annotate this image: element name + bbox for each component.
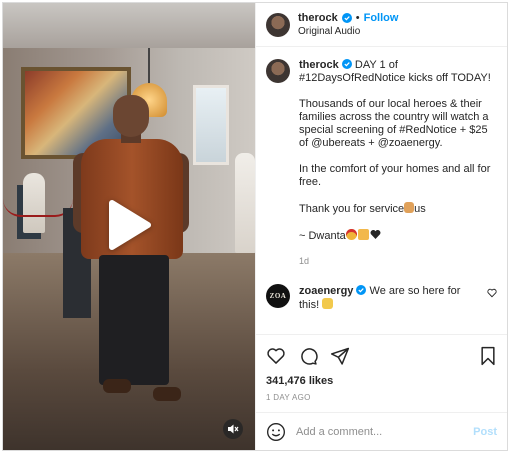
share-icon[interactable]	[330, 346, 350, 366]
author-username[interactable]: therock	[298, 11, 338, 25]
lamp-cord	[148, 48, 150, 84]
avatar[interactable]	[266, 59, 290, 83]
caption: therock DAY 1 of #12DaysOfRedNotice kick…	[266, 59, 497, 268]
avatar[interactable]: ZOA	[266, 284, 290, 308]
mute-button[interactable]	[223, 419, 243, 439]
caption-paragraph: In the comfort of your homes and all for…	[299, 163, 491, 188]
statue	[235, 153, 255, 253]
person-shoe	[153, 387, 181, 401]
post-side-panel: therock • Follow Original Audio therock	[255, 3, 507, 450]
post-actions: 341,476 likes 1 DAY AGO	[256, 334, 507, 412]
play-button[interactable]	[103, 197, 155, 253]
caption-time[interactable]: 1d	[299, 255, 497, 268]
comment-username[interactable]: zoaenergy	[299, 285, 353, 297]
black-heart-emoji-icon	[370, 229, 381, 240]
add-comment-input[interactable]	[296, 425, 464, 438]
separator-dot: •	[355, 11, 360, 24]
verified-badge-icon	[341, 12, 352, 23]
bookmark-icon[interactable]	[479, 346, 497, 366]
comment-icon[interactable]	[298, 346, 318, 366]
person-pants	[99, 255, 169, 385]
play-icon	[109, 200, 151, 250]
raising-hands-emoji-icon	[322, 298, 334, 309]
post-header: therock • Follow Original Audio	[256, 3, 507, 47]
instagram-post: therock • Follow Original Audio therock	[2, 2, 508, 451]
caption-paragraph: Thousands of our local heroes & their fa…	[299, 98, 489, 149]
post-comment-button[interactable]: Post	[473, 426, 497, 438]
comment-composer: Post	[256, 412, 507, 450]
audio-label[interactable]: Original Audio	[298, 25, 398, 39]
smiling-face-emoji-icon	[345, 229, 357, 240]
speaker-muted-icon	[228, 424, 239, 434]
comment: ZOA zoaenergy We are so here for this!	[266, 284, 497, 312]
beer-mug-emoji-icon	[357, 229, 369, 240]
heart-icon[interactable]	[266, 346, 286, 366]
praying-hands-emoji-icon	[404, 202, 415, 213]
like-count[interactable]: 341,476 likes	[266, 375, 497, 387]
comments-section: therock DAY 1 of #12DaysOfRedNotice kick…	[256, 47, 507, 334]
caption-thanks: Thank you for service	[299, 203, 405, 215]
follow-button[interactable]: Follow	[364, 11, 399, 25]
video-player[interactable]	[3, 3, 255, 450]
person-shoe	[103, 379, 131, 393]
verified-badge-icon	[341, 59, 352, 69]
caption-thanks-tail: us	[414, 203, 426, 215]
avatar[interactable]	[266, 12, 290, 37]
emoji-smiley-icon[interactable]	[266, 422, 286, 442]
like-comment-heart-icon[interactable]	[487, 288, 497, 298]
caption-signoff: ~ Dwanta	[299, 230, 346, 242]
window	[193, 85, 229, 165]
caption-username[interactable]: therock	[299, 59, 339, 71]
verified-badge-icon	[356, 285, 367, 295]
post-timestamp[interactable]: 1 DAY AGO	[266, 393, 497, 412]
person-head	[113, 95, 149, 137]
